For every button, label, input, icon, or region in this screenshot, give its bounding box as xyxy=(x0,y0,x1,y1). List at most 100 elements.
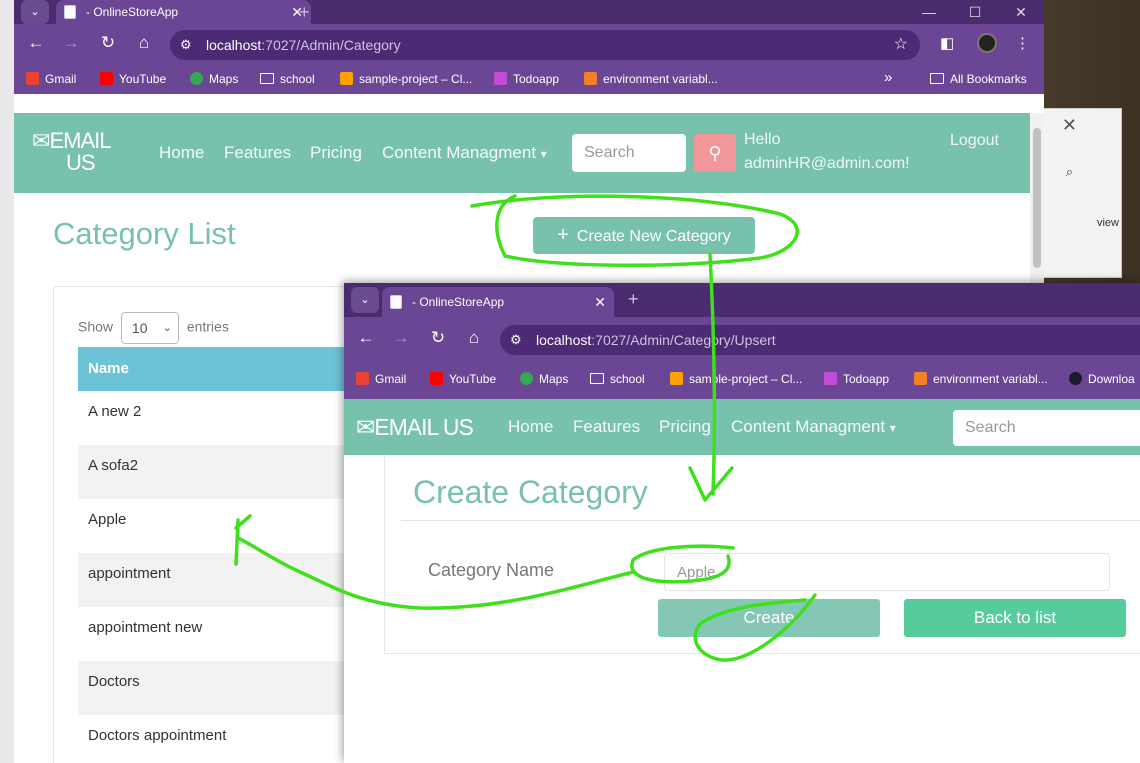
site-navbar: ✉EMAIL US Home Features Pricing Content … xyxy=(14,113,1030,193)
profile-avatar[interactable] xyxy=(977,33,997,53)
reload-icon[interactable]: ↻ xyxy=(427,328,449,348)
nav-home[interactable]: Home xyxy=(508,417,553,437)
folder-icon xyxy=(930,73,944,84)
envelope-icon: ✉ xyxy=(356,414,375,440)
side-panel-icon[interactable]: ◧ xyxy=(940,34,954,52)
todoapp-icon xyxy=(824,372,837,385)
bookmark-maps[interactable]: Maps xyxy=(520,372,568,386)
bookmark-todoapp[interactable]: Todoapp xyxy=(824,372,889,386)
menu-kebab-icon[interactable]: ⋮ xyxy=(1015,34,1030,52)
bookmark-gmail[interactable]: Gmail xyxy=(356,372,406,386)
nav-search-input[interactable]: Search xyxy=(572,134,686,172)
bookmark-youtube[interactable]: YouTube xyxy=(100,72,166,86)
title-divider xyxy=(401,520,1140,521)
table-row[interactable]: Apple xyxy=(78,499,344,553)
nav-features[interactable]: Features xyxy=(573,417,640,437)
partial-text: view xyxy=(1096,217,1119,229)
nav-features[interactable]: Features xyxy=(224,143,291,163)
close-icon[interactable]: ✕ xyxy=(1062,115,1077,136)
reload-icon[interactable]: ↻ xyxy=(97,33,119,53)
tab-search-icon[interactable]: ⌄ xyxy=(21,0,49,24)
new-tab-icon[interactable]: + xyxy=(628,287,639,311)
greeting: Hello adminHR@admin.com! xyxy=(744,131,910,172)
back-to-list-button[interactable]: Back to list xyxy=(904,599,1126,637)
scrollbar-thumb[interactable] xyxy=(1033,128,1041,268)
maximize-icon[interactable]: ☐ xyxy=(952,0,998,24)
brand-logo[interactable]: ✉EMAIL US xyxy=(32,130,111,174)
youtube-icon xyxy=(100,72,113,85)
tab-strip: ⌄ - OnlineStoreApp ✕ + — ☐ ✕ xyxy=(14,0,1044,24)
bookmark-school[interactable]: school xyxy=(260,72,315,86)
category-name-input[interactable]: Apple xyxy=(664,553,1110,591)
bookmark-sample-project[interactable]: sample-project – Cl... xyxy=(670,372,802,386)
back-icon[interactable]: ← xyxy=(355,328,377,348)
browser-tab[interactable]: - OnlineStoreApp ✕ xyxy=(56,0,311,24)
back-icon[interactable]: ← xyxy=(25,33,47,53)
popup-browser-window: ⌄ - OnlineStoreApp ✕ + ← → ↻ ⌂ ⚙ localho… xyxy=(344,283,1140,763)
bookmark-maps[interactable]: Maps xyxy=(190,72,238,86)
bookmark-env-vars[interactable]: environment variabl... xyxy=(584,72,718,86)
bookmark-youtube[interactable]: YouTube xyxy=(430,372,496,386)
home-icon[interactable]: ⌂ xyxy=(133,33,155,53)
bookmark-downloads[interactable]: Downloa xyxy=(1069,372,1135,386)
site-settings-icon[interactable]: ⚙ xyxy=(180,30,192,60)
home-icon[interactable]: ⌂ xyxy=(463,328,485,348)
brand-logo[interactable]: ✉EMAIL US xyxy=(356,414,474,440)
logout-link[interactable]: Logout xyxy=(950,132,999,150)
create-button[interactable]: Create xyxy=(658,599,880,637)
bookmark-star-icon[interactable]: ☆ xyxy=(894,30,908,60)
column-header-name[interactable]: Name xyxy=(78,347,344,391)
close-tab-icon[interactable]: ✕ xyxy=(594,287,606,317)
firebase-icon xyxy=(340,72,353,85)
browser-toolbar: ← → ↻ ⌂ ⚙ localhost:7027/Admin/Category/… xyxy=(344,317,1140,361)
bookmark-env-vars[interactable]: environment variabl... xyxy=(914,372,1048,386)
entries-length-control: Show 10 ⌄ entries xyxy=(78,312,229,344)
nav-pricing[interactable]: Pricing xyxy=(659,417,711,437)
page-icon xyxy=(390,295,402,309)
nav-home[interactable]: Home xyxy=(159,143,204,163)
bookmark-todoapp[interactable]: Todoapp xyxy=(494,72,559,86)
site-settings-icon[interactable]: ⚙ xyxy=(510,325,522,355)
forward-icon[interactable]: → xyxy=(60,33,82,53)
new-tab-icon[interactable]: + xyxy=(299,0,310,24)
maps-icon xyxy=(520,372,533,385)
minimize-icon[interactable]: — xyxy=(906,0,952,24)
folder-icon xyxy=(590,373,604,384)
bookmark-school[interactable]: school xyxy=(590,372,645,386)
url-host: localhost xyxy=(536,332,592,348)
search-button[interactable]: ⚲ xyxy=(694,134,736,172)
site-navbar: ✉EMAIL US Home Features Pricing Content … xyxy=(344,399,1140,455)
tab-title: - OnlineStoreApp xyxy=(86,5,179,19)
browser-tab[interactable]: - OnlineStoreApp ✕ xyxy=(382,287,614,317)
nav-content-management[interactable]: Content Managment ▾ xyxy=(731,417,896,437)
nav-content-management[interactable]: Content Managment ▾ xyxy=(382,143,547,163)
search-icon[interactable]: ⌕ xyxy=(1066,164,1073,180)
table-row[interactable]: appointment new xyxy=(78,607,344,661)
all-bookmarks[interactable]: All Bookmarks xyxy=(930,72,1027,86)
nav-search-input[interactable]: Search xyxy=(953,410,1140,446)
url-path: :7027/Admin/Category/Upsert xyxy=(591,332,776,348)
gmail-icon xyxy=(356,372,369,385)
todoapp-icon xyxy=(494,72,507,85)
browser-toolbar: ← → ↻ ⌂ ⚙ localhost:7027/Admin/Category … xyxy=(14,24,1044,64)
forward-icon[interactable]: → xyxy=(390,328,412,348)
downloads-icon xyxy=(1069,372,1082,385)
nav-pricing[interactable]: Pricing xyxy=(310,143,362,163)
table-row[interactable]: A sofa2 xyxy=(78,445,344,499)
close-window-icon[interactable]: ✕ xyxy=(998,0,1044,24)
bookmark-sample-project[interactable]: sample-project – Cl... xyxy=(340,72,472,86)
tab-search-icon[interactable]: ⌄ xyxy=(351,287,379,313)
address-bar[interactable]: ⚙ localhost:7027/Admin/Category ☆ xyxy=(170,30,920,60)
create-new-category-button[interactable]: + Create New Category xyxy=(533,217,755,254)
table-row[interactable]: Doctors xyxy=(78,661,344,715)
table-row[interactable]: A new 2 xyxy=(78,391,344,445)
address-bar[interactable]: ⚙ localhost:7027/Admin/Category/Upsert xyxy=(500,325,1140,355)
table-row[interactable]: Doctors appointment xyxy=(78,715,344,763)
more-bookmarks-icon[interactable]: » xyxy=(884,69,892,86)
page-title: Category List xyxy=(53,216,236,251)
table-row[interactable]: appointment xyxy=(78,553,344,607)
bookmark-gmail[interactable]: Gmail xyxy=(26,72,76,86)
entries-select[interactable]: 10 ⌄ xyxy=(120,312,179,344)
chevron-down-icon: ▾ xyxy=(540,147,547,161)
search-icon: ⚲ xyxy=(708,143,722,163)
